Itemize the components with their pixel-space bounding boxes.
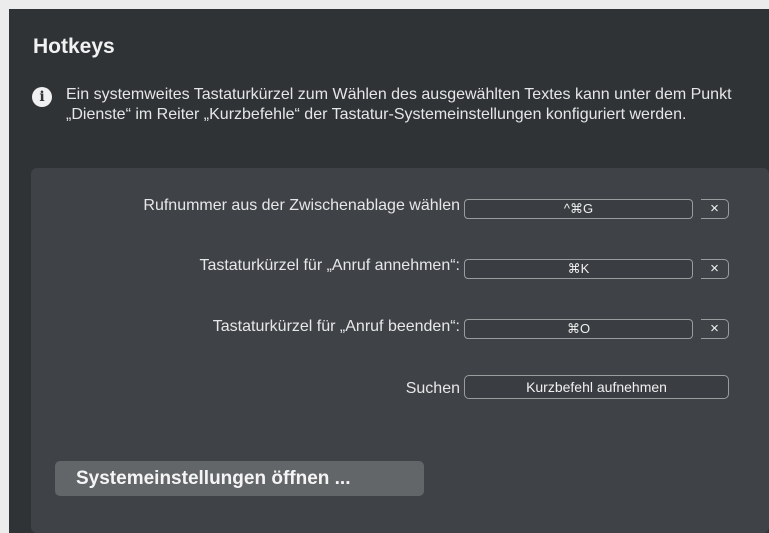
accept-call-clear-button[interactable]: × (701, 259, 729, 279)
accept-call-label: Tastaturkürzel für „Anruf annehmen“: (199, 257, 460, 274)
end-call-label: Tastaturkürzel für „Anruf beenden“: (212, 318, 460, 335)
search-label: Suchen (405, 380, 460, 397)
info-icon: i (32, 87, 52, 107)
hotkeys-panel: Rufnummer aus der Zwischenablage wählen … (31, 168, 769, 533)
end-call-clear-button[interactable]: × (701, 319, 729, 339)
info-text: Ein systemweites Tastaturkürzel zum Wähl… (66, 86, 732, 123)
end-call-shortcut-field[interactable]: ⌘O (464, 319, 693, 339)
dial-clipboard-label: Rufnummer aus der Zwischenablage wählen (143, 197, 460, 214)
dial-clipboard-shortcut-field[interactable]: ^⌘G (464, 199, 693, 219)
record-shortcut-button[interactable]: Kurzbefehl aufnehmen (464, 375, 729, 399)
dial-clipboard-clear-button[interactable]: × (701, 199, 729, 219)
open-system-settings-button[interactable]: Systemeinstellungen öffnen ... (55, 461, 424, 496)
accept-call-shortcut-field[interactable]: ⌘K (464, 259, 693, 279)
section-title: Hotkeys (33, 35, 115, 58)
hotkeys-settings-window: Hotkeys i Ein systemweites Tastaturkürze… (9, 9, 769, 533)
